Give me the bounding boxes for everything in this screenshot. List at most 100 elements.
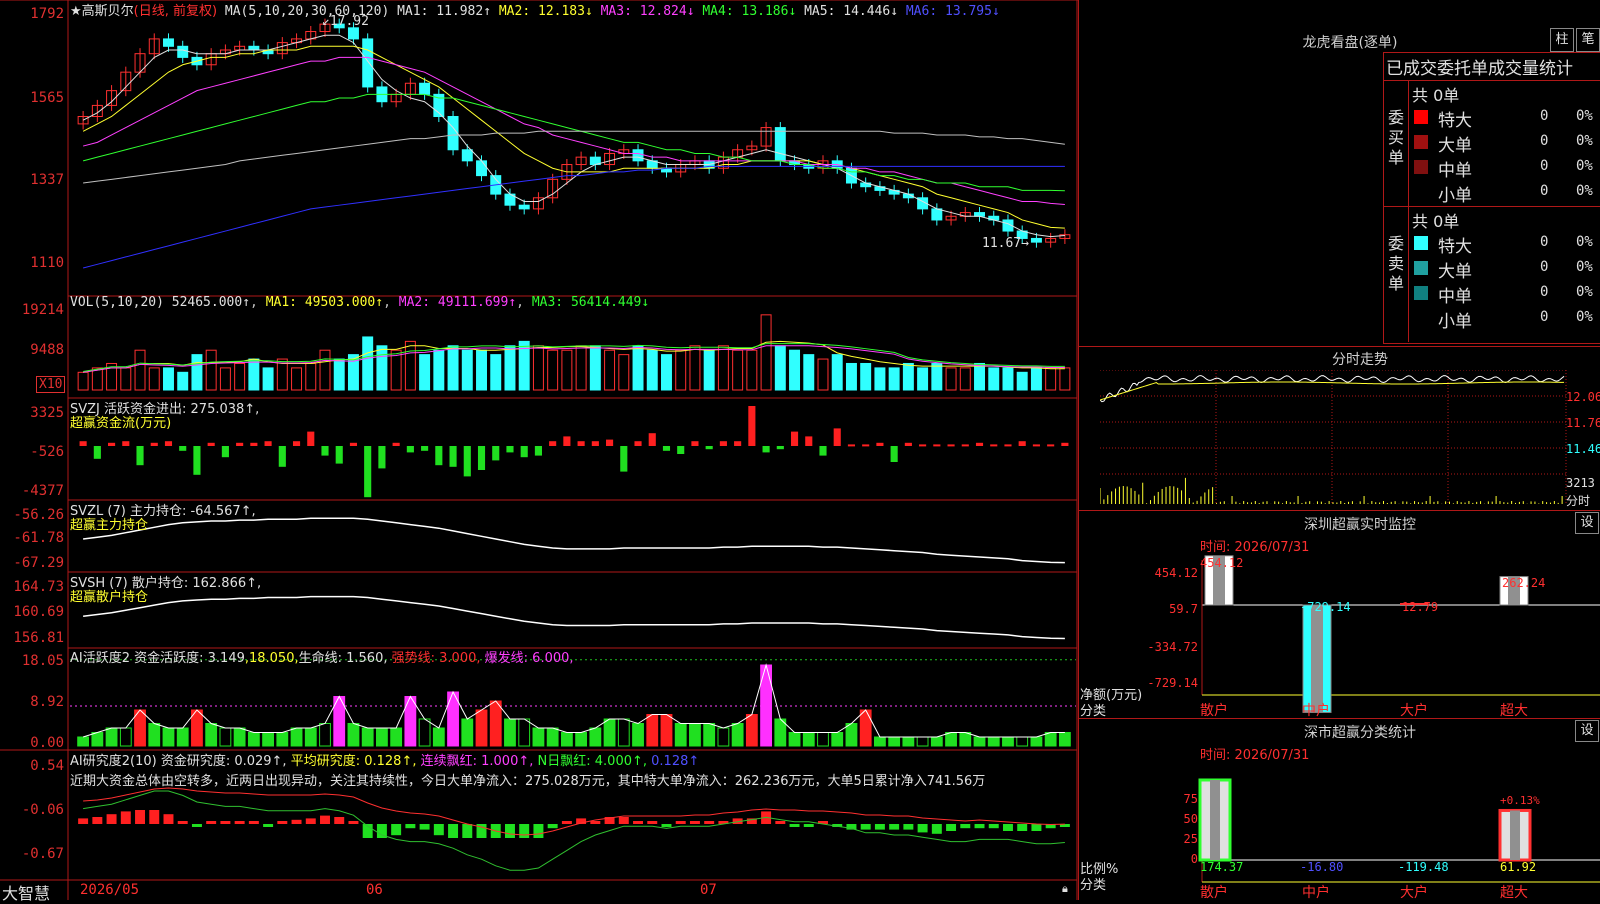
classify-value-label: -16.80 — [1300, 860, 1344, 874]
volume-bar — [789, 349, 801, 391]
money-flow-bar — [790, 431, 799, 446]
sz-monitor-settings-button[interactable]: 设 — [1575, 512, 1599, 534]
money-flow-bar — [1004, 444, 1012, 447]
ma2-label: MA2: 12.183↓ — [498, 4, 593, 19]
activity-bar — [418, 718, 431, 747]
intraday-chart[interactable] — [1100, 370, 1600, 510]
classify-cat: 超大 — [1500, 885, 1528, 901]
activity-bar — [817, 732, 829, 747]
research-bar — [277, 821, 288, 824]
research-bar — [547, 824, 558, 829]
activity-bar — [1058, 732, 1071, 747]
activity-bar — [518, 718, 531, 747]
ai-research-axis-label: 0.54 — [30, 758, 64, 774]
order-type-label: 大单 — [1438, 136, 1472, 156]
volume-bar — [305, 362, 317, 391]
volume-bar — [717, 345, 729, 391]
research-bar — [903, 824, 914, 830]
candle-body — [974, 212, 985, 217]
lock-icon[interactable]: 🔒︎ — [1062, 882, 1068, 896]
money-flow-bar — [961, 444, 969, 447]
money-flow-bar — [862, 444, 870, 447]
monitor-value-label: 262.24 — [1502, 576, 1546, 590]
research-bar — [419, 824, 430, 830]
timeline-date: 07 — [700, 882, 717, 898]
tick-mode-button[interactable]: 笔 — [1576, 28, 1600, 52]
money-flow-bar — [1047, 444, 1055, 447]
volume-bar — [632, 345, 644, 391]
volume-bar — [703, 349, 715, 391]
stock-mode: (日线, 前复权) — [133, 4, 218, 19]
order-color-swatch — [1414, 261, 1428, 275]
research-bar — [988, 824, 999, 829]
main-force-line — [83, 517, 1065, 564]
activity-bar — [731, 723, 744, 747]
volume-bar — [362, 336, 374, 391]
activity-bar — [432, 727, 445, 747]
timeline-date: 2026/05 — [80, 882, 140, 898]
money-flow-bar — [221, 446, 229, 458]
volume-bar — [646, 349, 658, 391]
classify-cat-label: 分类 — [1080, 878, 1107, 893]
volume-bar — [561, 349, 573, 391]
research-bar — [177, 821, 188, 824]
volume-bar — [419, 354, 431, 391]
money-flow-bar — [108, 442, 116, 446]
monitor-cat: 中户 — [1302, 703, 1330, 719]
activity-bar — [290, 727, 303, 747]
vol-axis-label: 19214 — [21, 302, 64, 318]
money-flow-bar — [776, 446, 784, 450]
money-flow-bar — [292, 441, 301, 446]
svzj-axis-label: 3325 — [30, 405, 64, 421]
order-count: 0 — [1540, 183, 1549, 199]
money-flow-bar — [719, 441, 727, 446]
svsh-axis-label: 164.73 — [13, 579, 64, 595]
sz-classify-chart[interactable] — [1078, 760, 1600, 900]
volume-bar — [77, 371, 89, 391]
money-flow-bar — [577, 441, 585, 446]
money-flow-bar — [264, 441, 272, 446]
volume-bar — [1016, 371, 1028, 391]
volume-bar — [845, 362, 857, 391]
activity-bar — [660, 714, 673, 747]
activity-bar — [461, 718, 474, 747]
research-bar — [135, 810, 146, 824]
research-bar — [1002, 824, 1013, 831]
research-bar — [433, 824, 444, 836]
order-type-label: 中单 — [1438, 161, 1472, 181]
svzj-axis-label: -4377 — [21, 483, 64, 499]
sz-classify-settings-button[interactable]: 设 — [1575, 720, 1599, 742]
order-color-swatch — [1414, 135, 1428, 149]
activity-bar — [717, 727, 730, 747]
candle-body — [476, 160, 487, 177]
activity-bar — [930, 736, 943, 747]
volume-bar — [774, 345, 786, 391]
price-axis-label: 1337 — [30, 172, 64, 188]
research-bar — [348, 821, 359, 824]
money-flow-bar — [591, 441, 599, 446]
candle-body — [632, 149, 644, 162]
money-flow-bar — [207, 442, 215, 446]
volume-bar — [1059, 367, 1071, 391]
volume-bar — [803, 354, 815, 391]
candle-body — [461, 149, 473, 162]
order-count: 0 — [1540, 234, 1549, 250]
bar-mode-button[interactable]: 柱 — [1550, 28, 1574, 52]
research-bar — [78, 818, 89, 824]
candle-body — [518, 204, 530, 210]
activity-bar — [489, 700, 502, 747]
volume-bar — [120, 367, 132, 391]
volume-bar — [404, 340, 416, 391]
money-flow-bar — [122, 441, 130, 446]
activity-bar — [745, 714, 758, 747]
activity-bar — [247, 732, 260, 747]
activity-bar — [262, 732, 274, 747]
candle-body — [774, 127, 786, 162]
high-mark: ↙17.92 — [322, 14, 369, 29]
money-flow-bar — [364, 446, 372, 498]
money-flow-bar — [506, 446, 514, 453]
activity-bar — [1044, 732, 1057, 747]
money-flow-bar — [634, 441, 642, 446]
money-flow-bar — [520, 446, 528, 458]
volume-bar — [319, 349, 331, 391]
